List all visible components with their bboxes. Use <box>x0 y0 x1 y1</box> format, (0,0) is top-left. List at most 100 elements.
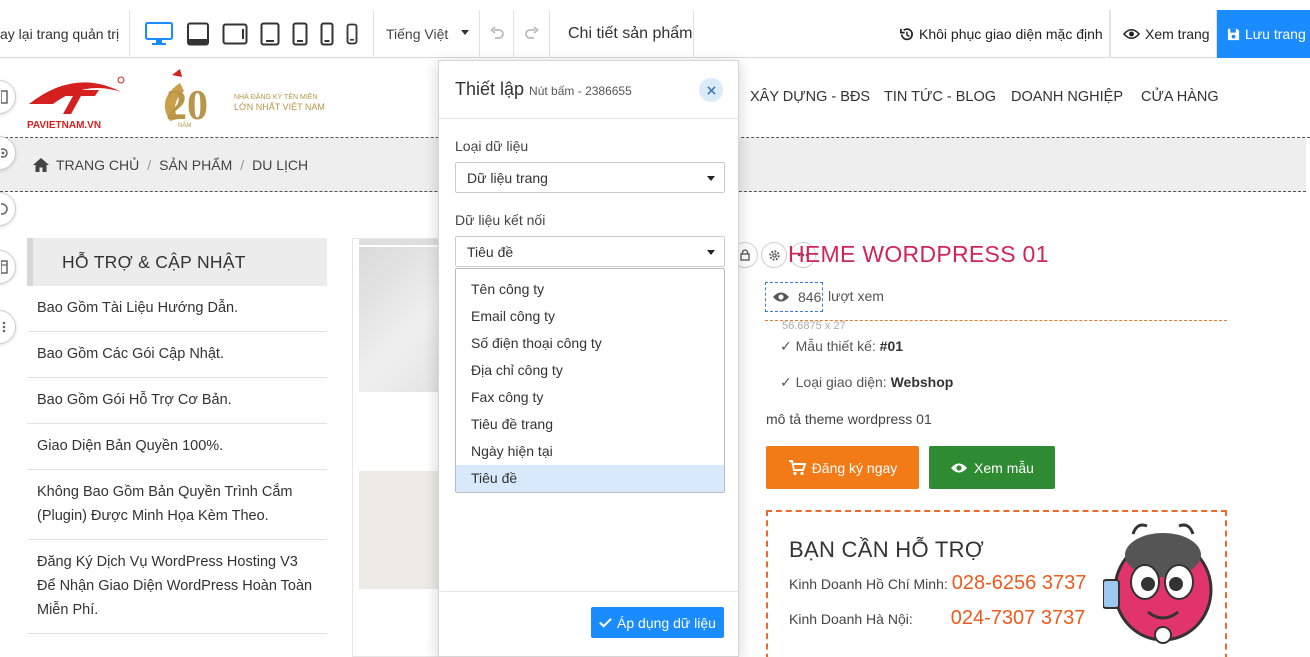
option-current-date[interactable]: Ngày hiện tại <box>456 438 724 465</box>
gallery-image-main[interactable] <box>359 247 443 392</box>
nav-item-business[interactable]: DOANH NGHIỆP <box>1011 89 1123 105</box>
floppy-disk-icon <box>1227 28 1240 40</box>
view-demo-label: Xem mẫu <box>974 459 1034 476</box>
nav-item-construction[interactable]: XÂY DỰNG - BĐS <box>750 89 870 105</box>
data-type-select[interactable]: Dữ liệu trang <box>455 162 725 193</box>
chevron-down-icon <box>707 250 715 255</box>
history-icon <box>900 27 913 40</box>
check-icon <box>599 618 612 628</box>
nav-item-news[interactable]: TIN TỨC - BLOG <box>884 89 996 105</box>
desktop-icon[interactable] <box>144 20 174 48</box>
eye-icon <box>773 292 789 302</box>
spec-type: ✓ Loại giao diện: Webshop <box>780 374 953 391</box>
check-icon: ✓ <box>780 338 792 354</box>
breadcrumb-separator: / <box>147 156 152 173</box>
element-size-hint: 56.6875 x 27 <box>782 320 846 332</box>
editor-toolbar: ay lại trang quản trị Tiếng Việt Chi tiế… <box>0 0 1310 58</box>
page-name: Chi tiết sản phẩm <box>568 10 694 58</box>
phone-large-icon[interactable] <box>292 20 308 48</box>
gallery-image-top[interactable] <box>359 239 443 245</box>
contact-phone[interactable]: 024-7307 3737 <box>951 607 1086 629</box>
contact-label: Kinh Doanh Hồ Chí Minh: <box>789 576 948 592</box>
page-icon <box>1 260 8 274</box>
support-contact-title: BẠN CẦN HỖ TRỢ <box>789 537 985 562</box>
check-icon: ✓ <box>780 374 792 390</box>
view-page-button[interactable]: Xem trang <box>1110 10 1217 58</box>
phone-small-icon[interactable] <box>346 20 358 48</box>
home-icon[interactable] <box>32 157 50 173</box>
contact-phone[interactable]: 028-6256 3737 <box>952 572 1087 594</box>
settings-popup-footer <box>439 591 738 592</box>
apply-data-label: Áp dụng dữ liệu <box>617 614 716 631</box>
option-company-phone[interactable]: Số điện thoại công ty <box>456 330 724 357</box>
mascot-illustration <box>1102 520 1223 657</box>
list-item: Không Bao Gồm Bản Quyền Trình Cắm (Plugi… <box>27 470 327 540</box>
redo-button[interactable] <box>514 10 550 58</box>
spec-type-value: Webshop <box>890 374 954 390</box>
contact-row-hanoi: Kinh Doanh Hà Nội: 024-7307 3737 <box>789 607 1085 630</box>
gallery-image-secondary[interactable] <box>359 471 443 589</box>
save-page-button[interactable]: Lưu trang <box>1217 10 1310 58</box>
save-page-label: Lưu trang <box>1245 26 1306 42</box>
language-value: Tiếng Việt <box>386 26 449 42</box>
page-name-label: Chi tiết sản phẩm <box>568 25 693 42</box>
option-title[interactable]: Tiêu đề <box>456 465 724 492</box>
language-select[interactable]: Tiếng Việt <box>374 10 480 58</box>
breadcrumb-home[interactable]: TRANG CHỦ <box>56 157 139 173</box>
view-page-label: Xem trang <box>1145 26 1210 42</box>
twenty-years-small: NĂM <box>178 122 191 129</box>
option-company-address[interactable]: Địa chỉ công ty <box>456 357 724 384</box>
settings-popup-title: Thiết lập <box>455 79 525 99</box>
breadcrumb-travel[interactable]: DU LỊCH <box>252 157 308 173</box>
list-item: Giao Diện Bản Quyền 100%. <box>27 424 327 470</box>
side-tool-menu[interactable] <box>0 310 16 344</box>
cart-icon <box>788 459 806 475</box>
option-company-email[interactable]: Email công ty <box>456 303 724 330</box>
data-type-label: Loại dữ liệu <box>455 138 529 154</box>
restore-default-label: Khôi phục giao diện mặc định <box>919 26 1103 42</box>
undo-button[interactable] <box>480 10 514 58</box>
element-settings-button[interactable] <box>761 242 787 268</box>
twenty-years-badge: 20 NĂM NHÀ ĐĂNG KÝ TÊN MIỀN LỚN NHẤT VIỆ… <box>152 69 332 136</box>
option-company-name[interactable]: Tên công ty <box>456 276 724 303</box>
undo-icon <box>489 26 504 39</box>
contact-row-hcm: Kinh Doanh Hồ Chí Minh: 028-6256 3737 <box>789 572 1086 595</box>
eye-icon <box>1123 29 1140 39</box>
restore-default-button[interactable]: Khôi phục giao diện mặc định <box>897 10 1110 58</box>
phone-medium-icon[interactable] <box>320 20 334 48</box>
breadcrumb-products[interactable]: SẢN PHẨM <box>159 157 232 173</box>
list-item: Bao Gồm Tài Liệu Hướng Dẫn. <box>27 286 327 332</box>
view-demo-button[interactable]: Xem mẫu <box>929 446 1055 489</box>
apply-data-button[interactable]: Áp dụng dữ liệu <box>591 607 724 638</box>
option-company-fax[interactable]: Fax công ty <box>456 384 724 411</box>
spec-design-value: #01 <box>879 338 904 354</box>
option-page-title[interactable]: Tiêu đề trang <box>456 411 724 438</box>
tablet-portrait-icon[interactable] <box>260 20 280 48</box>
side-tool-info[interactable] <box>0 192 16 226</box>
spec-type-label: Loại giao diện: <box>795 374 887 390</box>
pavietnam-logo[interactable]: PAVIETNAM.VN <box>25 74 125 135</box>
eye-icon <box>951 463 968 472</box>
gear-icon <box>768 249 780 261</box>
gear-icon <box>1 148 8 158</box>
views-count: 846 <box>798 289 822 305</box>
support-contact-box: BẠN CẦN HỖ TRỢ Kinh Doanh Hồ Chí Minh: 02… <box>766 510 1227 657</box>
laptop-icon[interactable] <box>186 20 210 48</box>
nav-item-store[interactable]: CỬA HÀNG <box>1141 89 1219 105</box>
back-to-admin-link[interactable]: ay lại trang quản trị <box>0 10 130 58</box>
side-tool-page[interactable] <box>0 250 16 284</box>
close-icon <box>706 85 716 95</box>
list-item: Đăng Ký Dịch Vụ WordPress Hosting V3 Để … <box>27 540 327 634</box>
spec-design: ✓ Mẫu thiết kế: #01 <box>780 338 903 355</box>
close-button[interactable] <box>699 78 723 102</box>
product-title: HEME WORDPRESS 01 <box>788 241 1049 267</box>
views-counter[interactable]: 846 <box>765 282 823 312</box>
list-item: Bao Gồm Gói Hỗ Trợ Cơ Bản. <box>27 378 327 424</box>
device-switcher <box>130 10 374 58</box>
settings-popup: Thiết lập Nút bấm - 2386655 Loại dữ liệu… <box>438 60 739 657</box>
register-label: Đăng ký ngay <box>811 459 898 476</box>
register-button[interactable]: Đăng ký ngay <box>766 446 919 489</box>
tablet-landscape-icon[interactable] <box>222 20 248 48</box>
data-link-select[interactable]: Tiêu đề <box>455 236 725 267</box>
contact-label: Kinh Doanh Hà Nội: <box>789 611 913 627</box>
